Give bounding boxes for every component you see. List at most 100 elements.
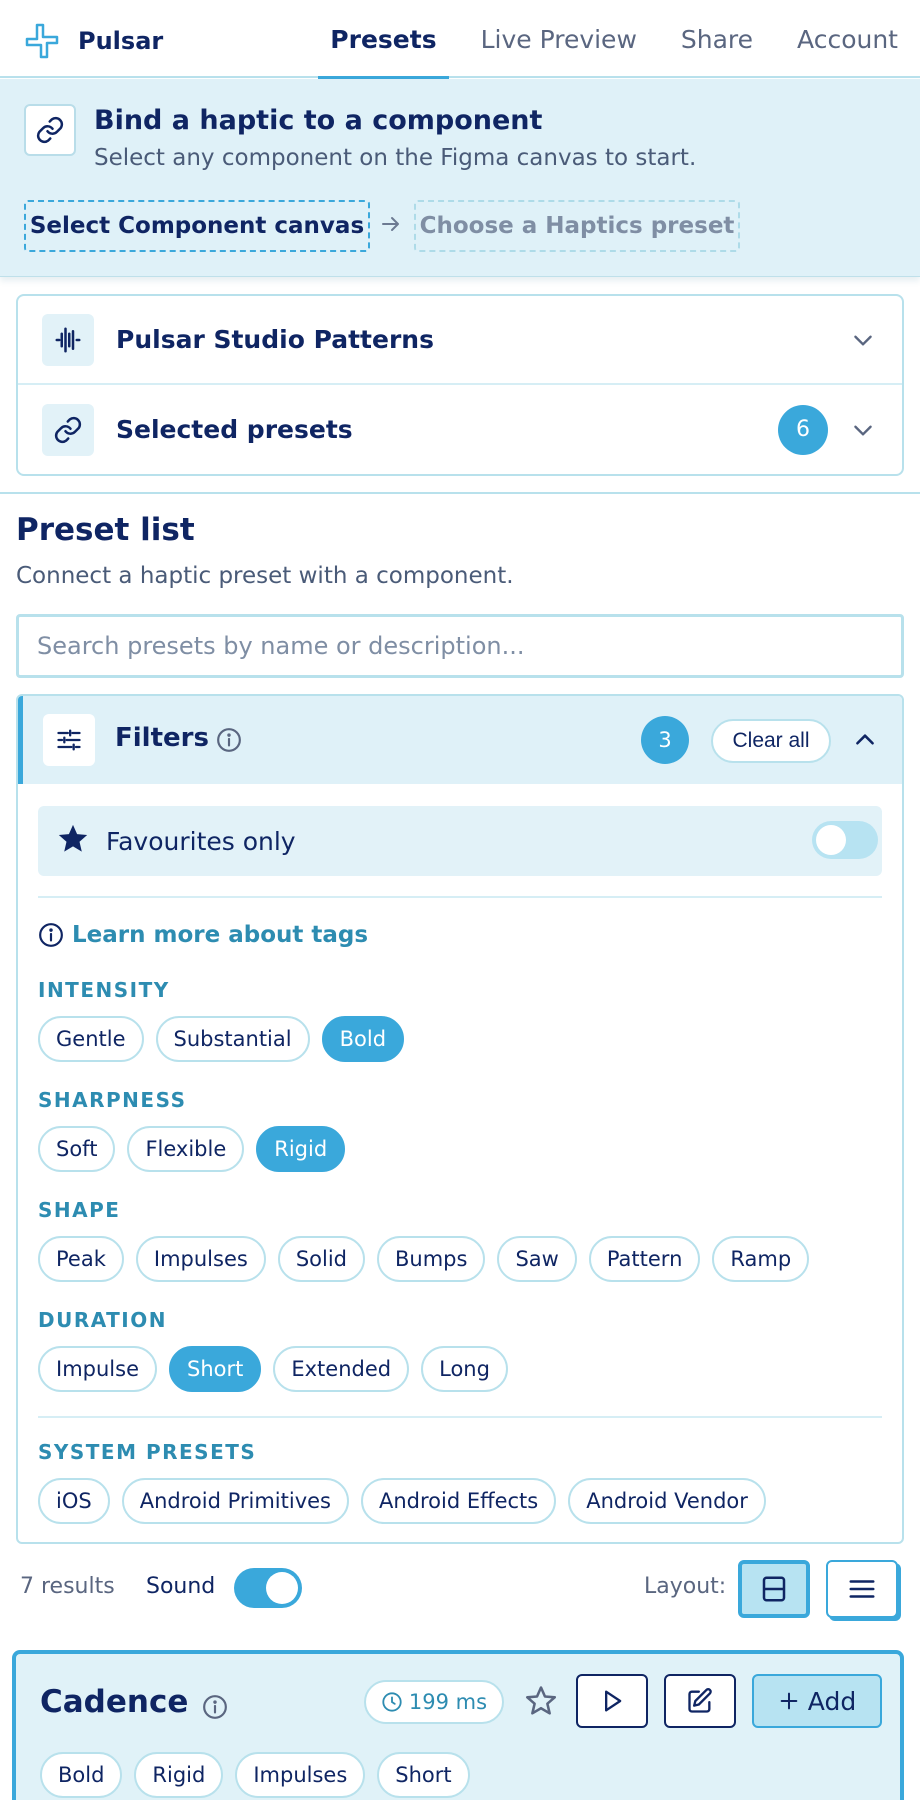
sliders-icon — [43, 714, 95, 766]
top-nav: Pulsar Presets Live Preview Share Accoun… — [0, 0, 920, 80]
tab-live-preview[interactable]: Live Preview — [459, 0, 659, 78]
chip-soft[interactable]: Soft — [38, 1126, 116, 1172]
sound-toggle[interactable] — [234, 1568, 302, 1608]
link-icon — [42, 403, 94, 456]
clock-icon — [382, 1692, 402, 1712]
sharpness-chips: Soft Flexible Rigid — [38, 1126, 346, 1172]
search-input[interactable] — [16, 614, 904, 678]
grid-layout-button[interactable] — [738, 1560, 810, 1618]
accordion-studio-patterns[interactable]: Pulsar Studio Patterns — [18, 296, 902, 385]
clear-all-button[interactable]: Clear all — [711, 719, 831, 763]
waveform-icon — [42, 313, 94, 366]
filters-panel: Filters 3 Clear all Favourites only Lear… — [16, 694, 904, 1544]
active-filter-count: 3 — [641, 716, 689, 764]
add-button[interactable]: Add — [752, 1674, 882, 1728]
chip-peak[interactable]: Peak — [38, 1236, 124, 1282]
chip-android-effects[interactable]: Android Effects — [360, 1478, 557, 1524]
chip-gentle[interactable]: Gentle — [38, 1016, 144, 1062]
chip-short[interactable]: Short — [169, 1346, 262, 1392]
chip-long[interactable]: Long — [421, 1346, 508, 1392]
sound-label: Sound — [146, 1574, 216, 1599]
select-component-step[interactable]: Select Component canvas — [24, 200, 370, 252]
plus-icon — [780, 1692, 798, 1710]
play-button[interactable] — [576, 1674, 648, 1728]
preset-name: Cadence — [40, 1684, 189, 1720]
intensity-chips: Gentle Substantial Bold — [38, 1016, 405, 1062]
results-count: 7 results — [20, 1574, 115, 1599]
tab-share[interactable]: Share — [659, 0, 775, 78]
learn-more-label: Learn more about tags — [72, 922, 369, 948]
favourites-toggle[interactable] — [812, 821, 878, 859]
tag-rigid: Rigid — [134, 1752, 224, 1798]
sharpness-label: SHARPNESS — [38, 1088, 187, 1112]
chip-bold[interactable]: Bold — [321, 1016, 405, 1062]
tab-presets[interactable]: Presets — [308, 0, 458, 80]
divider — [38, 1416, 882, 1418]
edit-icon — [688, 1688, 712, 1713]
bind-banner: Bind a haptic to a component Select any … — [0, 79, 920, 277]
chip-solid[interactable]: Solid — [277, 1236, 365, 1282]
tag-bold: Bold — [40, 1752, 123, 1798]
toggle-knob — [266, 1572, 298, 1604]
accordion-selected-presets[interactable]: Selected presets 6 — [18, 385, 902, 474]
filters-header[interactable]: Filters 3 Clear all — [18, 696, 902, 784]
chip-android-vendor[interactable]: Android Vendor — [568, 1478, 766, 1524]
banner-subtitle: Select any component on the Figma canvas… — [94, 145, 697, 171]
section-divider — [0, 492, 920, 494]
play-icon — [605, 1690, 622, 1712]
brand[interactable]: Pulsar — [22, 22, 163, 60]
chip-impulses[interactable]: Impulses — [135, 1236, 266, 1282]
duration-badge: 199 ms — [364, 1680, 504, 1724]
choose-preset-step[interactable]: Choose a Haptics preset — [414, 200, 740, 252]
preset-card[interactable]: Cadence 199 ms Add Bold Rigid Impulses S… — [12, 1650, 904, 1800]
chevron-up-icon[interactable] — [852, 727, 878, 753]
duration-chips: Impulse Short Extended Long — [38, 1346, 508, 1392]
tab-account[interactable]: Account — [775, 0, 920, 78]
link-icon — [24, 104, 76, 156]
selected-count-badge: 6 — [778, 404, 828, 455]
info-icon[interactable] — [216, 727, 242, 753]
app-name: Pulsar — [78, 27, 164, 55]
favourite-star-icon[interactable] — [524, 1684, 558, 1718]
preset-tags: Bold Rigid Impulses Short — [40, 1752, 470, 1798]
filters-label: Filters — [115, 723, 209, 753]
pattern-accordion: Pulsar Studio Patterns Selected presets … — [16, 294, 904, 476]
info-icon[interactable] — [202, 1694, 228, 1720]
pulsar-logo-icon — [25, 23, 59, 59]
chip-ramp[interactable]: Ramp — [712, 1236, 810, 1282]
banner-title: Bind a haptic to a component — [94, 105, 543, 136]
list-layout-button[interactable] — [826, 1560, 898, 1618]
star-icon — [58, 824, 88, 852]
chip-rigid[interactable]: Rigid — [256, 1126, 346, 1172]
favourites-label: Favourites only — [106, 827, 296, 856]
system-preset-chips: iOS Android Primitives Android Effects A… — [38, 1478, 766, 1524]
info-icon — [39, 923, 63, 947]
preset-list-subtitle: Connect a haptic preset with a component… — [16, 563, 514, 589]
chip-saw[interactable]: Saw — [497, 1236, 577, 1282]
tag-short: Short — [377, 1752, 470, 1798]
chip-extended[interactable]: Extended — [273, 1346, 410, 1392]
system-presets-label: SYSTEM PRESETS — [38, 1440, 257, 1464]
chip-pattern[interactable]: Pattern — [588, 1236, 701, 1282]
accordion-label: Pulsar Studio Patterns — [116, 325, 434, 354]
learn-more-link[interactable]: Learn more about tags — [38, 922, 368, 948]
chevron-down-icon[interactable] — [850, 327, 876, 353]
chip-impulse[interactable]: Impulse — [38, 1346, 157, 1392]
chip-substantial[interactable]: Substantial — [155, 1016, 310, 1062]
tag-impulses: Impulses — [235, 1752, 366, 1798]
chevron-down-icon[interactable] — [850, 417, 876, 443]
edit-button[interactable] — [664, 1674, 736, 1728]
grid-layout-icon — [762, 1576, 786, 1602]
chip-ios[interactable]: iOS — [38, 1478, 110, 1524]
shape-label: SHAPE — [38, 1198, 121, 1222]
divider — [38, 896, 882, 898]
chip-android-primitives[interactable]: Android Primitives — [121, 1478, 349, 1524]
duration-value: 199 ms — [408, 1690, 488, 1714]
intensity-label: INTENSITY — [38, 978, 170, 1002]
shape-chips: Peak Impulses Solid Bumps Saw Pattern Ra… — [38, 1236, 810, 1282]
chip-flexible[interactable]: Flexible — [127, 1126, 245, 1172]
add-label: Add — [807, 1686, 857, 1716]
chip-bumps[interactable]: Bumps — [377, 1236, 486, 1282]
arrow-right-icon — [382, 217, 399, 231]
duration-label: DURATION — [38, 1308, 167, 1332]
